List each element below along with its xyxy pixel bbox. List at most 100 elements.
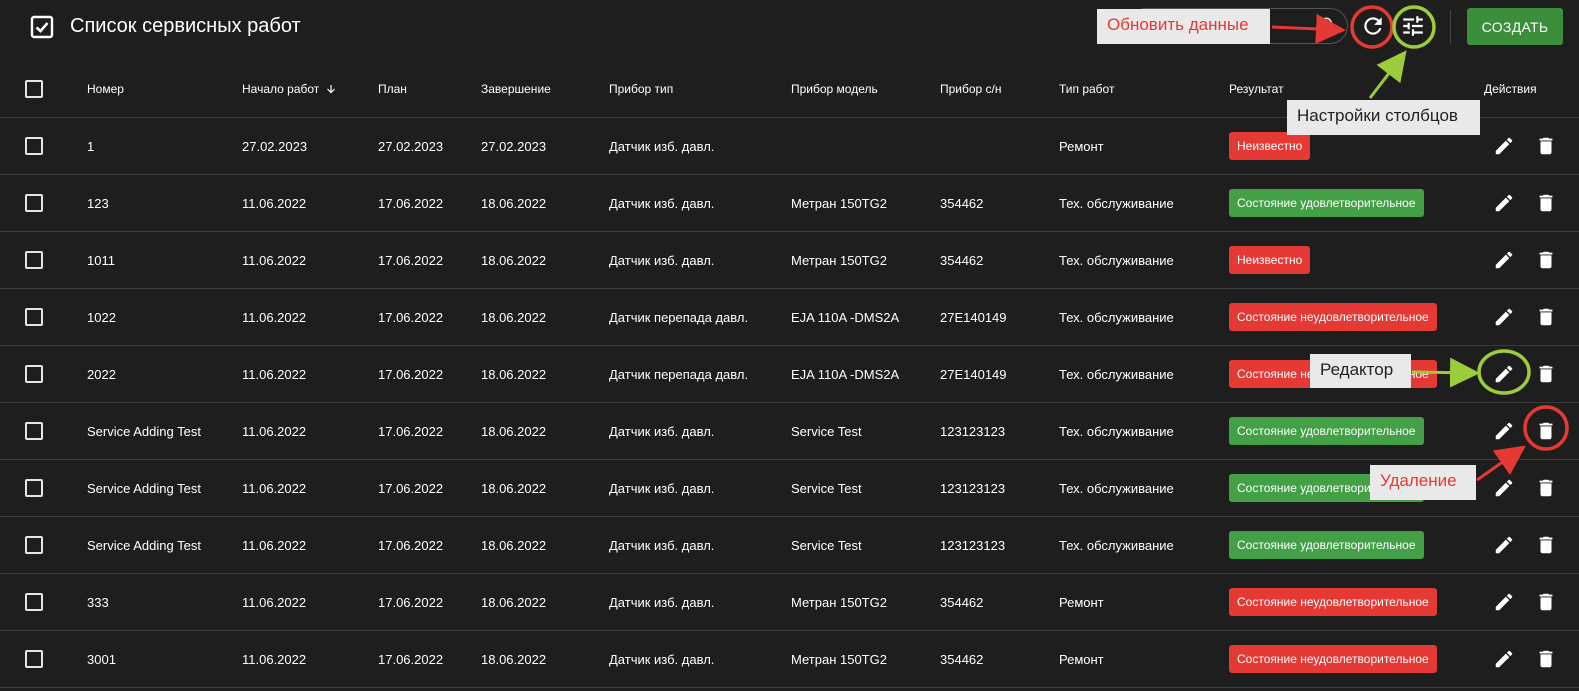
page-title: Список сервисных работ xyxy=(70,15,301,37)
column-header-number[interactable]: Номер xyxy=(87,61,124,117)
column-header-serial[interactable]: Прибор с/н xyxy=(940,61,1002,117)
arrow-down-icon[interactable] xyxy=(325,83,337,95)
status-badge: Неизвестно xyxy=(1229,246,1311,274)
cell-plan: 17.06.2022 xyxy=(378,594,444,610)
cell-work-type: Тех. обслуживание xyxy=(1059,423,1174,439)
pencil-icon[interactable] xyxy=(1493,477,1515,499)
trash-icon[interactable] xyxy=(1535,363,1557,385)
row-checkbox[interactable] xyxy=(25,194,43,212)
table-row[interactable]: Service Adding Test 11.06.2022 17.06.2022 1… xyxy=(0,460,1579,517)
cell-device-type: Датчик изб. давл. xyxy=(609,651,715,667)
cell-device-type: Датчик изб. давл. xyxy=(609,252,715,268)
search-icon[interactable] xyxy=(1318,15,1338,35)
cell-end: 18.06.2022 xyxy=(481,651,547,667)
cell-device-type: Датчик перепада давл. xyxy=(609,309,749,325)
cell-device-model: Метран 150TG2 xyxy=(791,651,887,667)
pencil-icon[interactable] xyxy=(1493,420,1515,442)
annotation-refresh-label: Обновить данные xyxy=(1097,9,1270,44)
trash-icon[interactable] xyxy=(1535,192,1557,214)
cell-work-type: Ремонт xyxy=(1059,138,1104,154)
cell-plan: 17.06.2022 xyxy=(378,423,444,439)
column-header-end[interactable]: Завершение xyxy=(481,61,551,117)
pencil-icon[interactable] xyxy=(1493,249,1515,271)
refresh-icon[interactable] xyxy=(1360,13,1386,39)
cell-work-type: Тех. обслуживание xyxy=(1059,480,1174,496)
pencil-icon[interactable] xyxy=(1493,591,1515,613)
cell-device-model: Service Test xyxy=(791,480,862,496)
cell-plan: 17.06.2022 xyxy=(378,480,444,496)
table-row[interactable]: Service Adding Test 11.06.2022 17.06.2022 1… xyxy=(0,517,1579,574)
trash-icon[interactable] xyxy=(1535,306,1557,328)
table-row[interactable]: 1011 11.06.2022 17.06.2022 18.06.2022 Датчик… xyxy=(0,232,1579,289)
column-header-start-label: Начало работ xyxy=(242,82,320,96)
cell-plan: 17.06.2022 xyxy=(378,252,444,268)
pencil-icon[interactable] xyxy=(1493,363,1515,385)
cell-number: 333 xyxy=(87,594,109,610)
cell-end: 18.06.2022 xyxy=(481,195,547,211)
row-checkbox[interactable] xyxy=(25,650,43,668)
pencil-icon[interactable] xyxy=(1493,534,1515,556)
pencil-icon[interactable] xyxy=(1493,648,1515,670)
cell-work-type: Тех. обслуживание xyxy=(1059,309,1174,325)
trash-icon[interactable] xyxy=(1535,249,1557,271)
pencil-icon[interactable] xyxy=(1493,306,1515,328)
table-row[interactable]: 123 11.06.2022 17.06.2022 18.06.2022 Датчик … xyxy=(0,175,1579,232)
trash-icon[interactable] xyxy=(1535,477,1557,499)
cell-serial: 27E140149 xyxy=(940,366,1007,382)
column-header-plan[interactable]: План xyxy=(378,61,407,117)
row-checkbox[interactable] xyxy=(25,536,43,554)
row-checkbox[interactable] xyxy=(25,365,43,383)
column-header-start[interactable]: Начало работ xyxy=(242,61,337,117)
cell-plan: 27.02.2023 xyxy=(378,138,444,154)
create-button[interactable]: СОЗДАТЬ xyxy=(1467,8,1563,45)
column-header-device-type[interactable]: Прибор тип xyxy=(609,61,673,117)
row-checkbox[interactable] xyxy=(25,422,43,440)
cell-start: 11.06.2022 xyxy=(242,195,307,211)
cell-serial: 123123123 xyxy=(940,423,1006,439)
status-badge: Состояние неудовлетворительное xyxy=(1229,645,1437,673)
trash-icon[interactable] xyxy=(1535,135,1557,157)
trash-icon[interactable] xyxy=(1535,534,1557,556)
select-all-checkbox[interactable] xyxy=(25,80,43,98)
status-badge: Состояние неудовлетворительное xyxy=(1229,588,1437,616)
cell-number: 1022 xyxy=(87,309,116,325)
cell-start: 11.06.2022 xyxy=(242,537,307,553)
table-row[interactable]: Service Adding Test 11.06.2022 17.06.2022 1… xyxy=(0,403,1579,460)
cell-end: 18.06.2022 xyxy=(481,537,547,553)
cell-device-model: Service Test xyxy=(791,537,862,553)
row-checkbox[interactable] xyxy=(25,479,43,497)
cell-plan: 17.06.2022 xyxy=(378,537,444,553)
cell-device-type: Датчик изб. давл. xyxy=(609,138,715,154)
cell-serial: 123123123 xyxy=(940,537,1006,553)
cell-start: 11.06.2022 xyxy=(242,252,307,268)
pencil-icon[interactable] xyxy=(1493,135,1515,157)
trash-icon[interactable] xyxy=(1535,648,1557,670)
table-row[interactable]: 333 11.06.2022 17.06.2022 18.06.2022 Датчик … xyxy=(0,574,1579,631)
status-badge: Состояние удовлетворительное xyxy=(1229,417,1424,445)
table-row[interactable]: 1022 11.06.2022 17.06.2022 18.06.2022 Датчик… xyxy=(0,289,1579,346)
column-header-device-model[interactable]: Прибор модель xyxy=(791,61,878,117)
row-checkbox[interactable] xyxy=(25,251,43,269)
cell-work-type: Ремонт xyxy=(1059,594,1104,610)
trash-icon[interactable] xyxy=(1535,420,1557,442)
cell-device-type: Датчик изб. давл. xyxy=(609,195,715,211)
tune-icon[interactable] xyxy=(1400,13,1426,39)
cell-work-type: Тех. обслуживание xyxy=(1059,195,1174,211)
trash-icon[interactable] xyxy=(1535,591,1557,613)
cell-work-type: Тех. обслуживание xyxy=(1059,366,1174,382)
pencil-icon[interactable] xyxy=(1493,192,1515,214)
annotation-settings-label: Настройки столбцов xyxy=(1287,100,1480,135)
row-checkbox[interactable] xyxy=(25,308,43,326)
column-header-result[interactable]: Результат xyxy=(1229,61,1284,117)
cell-device-model: Service Test xyxy=(791,423,862,439)
cell-start: 11.06.2022 xyxy=(242,366,307,382)
status-badge: Неизвестно xyxy=(1229,132,1311,160)
row-checkbox[interactable] xyxy=(25,137,43,155)
column-header-work-type[interactable]: Тип работ xyxy=(1059,61,1114,117)
row-checkbox[interactable] xyxy=(25,593,43,611)
cell-plan: 17.06.2022 xyxy=(378,651,444,667)
cell-start: 11.06.2022 xyxy=(242,651,307,667)
status-badge: Состояние удовлетворительное xyxy=(1229,531,1424,559)
table-row[interactable]: 3001 11.06.2022 17.06.2022 18.06.2022 Датчик… xyxy=(0,631,1579,688)
annotation-delete-label: Удаление xyxy=(1370,465,1476,500)
